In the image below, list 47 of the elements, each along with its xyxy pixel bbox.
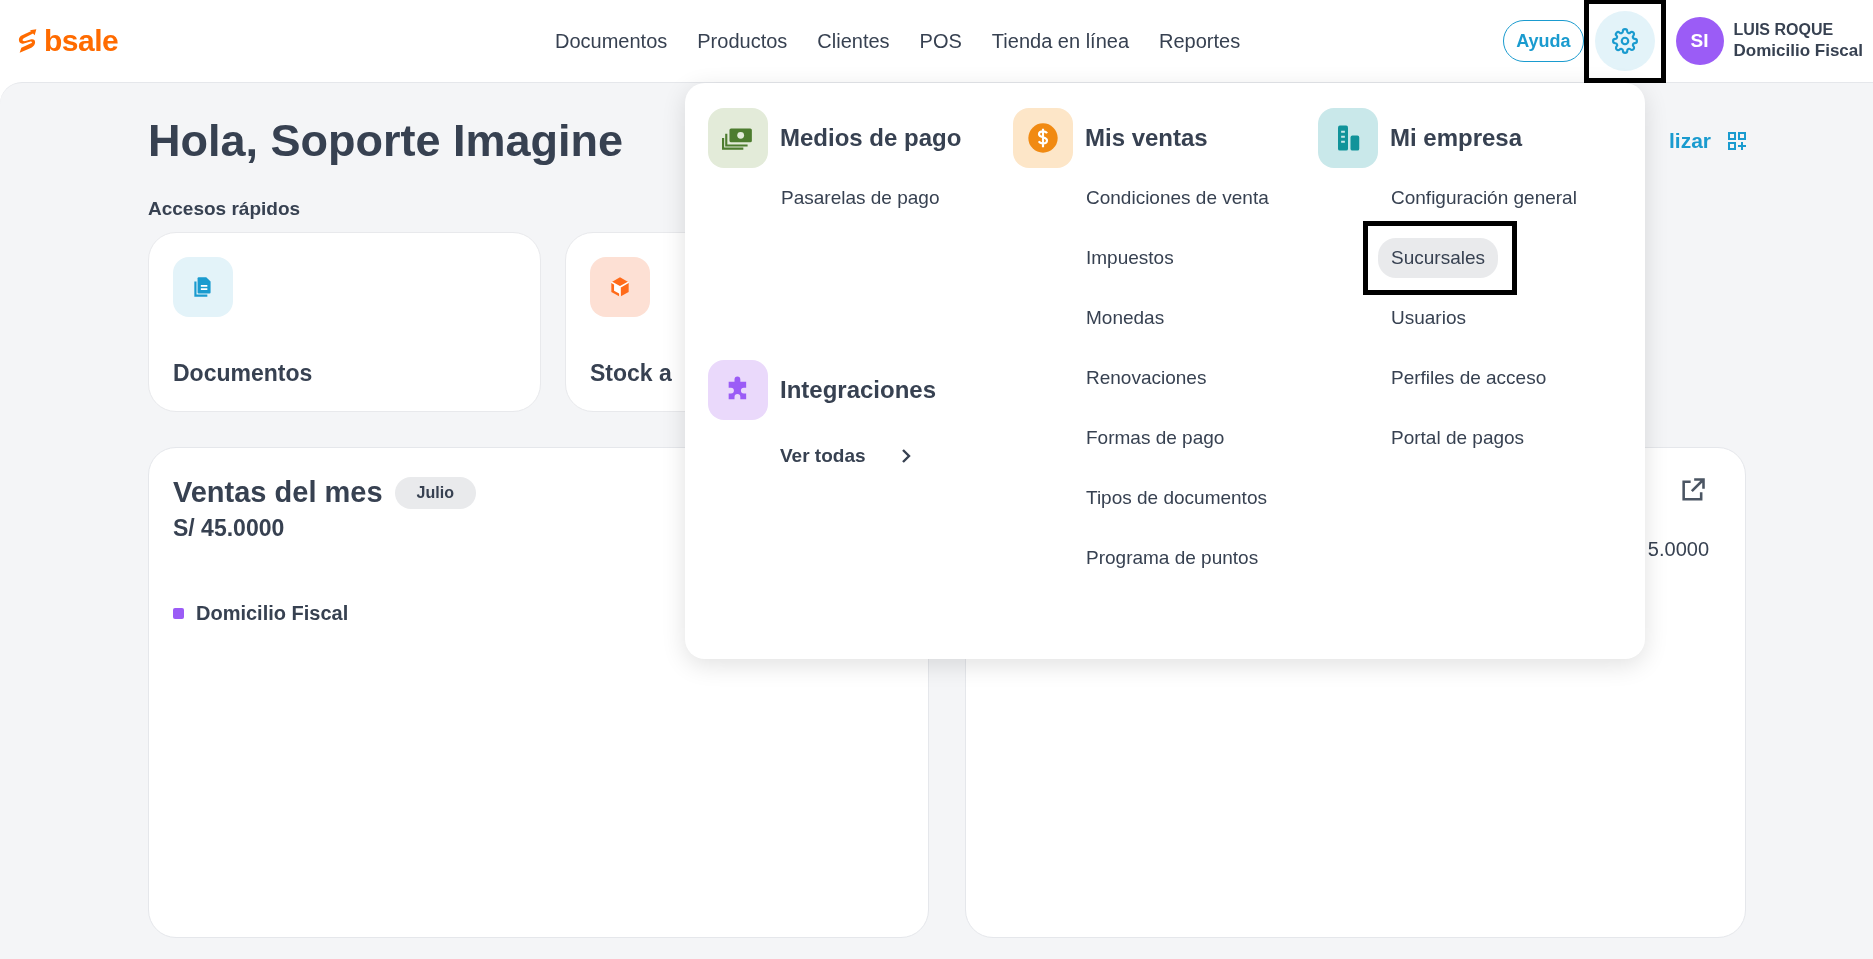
menu-item[interactable]: Renovaciones (1073, 358, 1220, 398)
menu-group-title: Mis ventas (1085, 124, 1208, 152)
menu-item[interactable]: Tipos de documentos (1073, 478, 1280, 518)
section-title: Accesos rápidos (148, 198, 301, 220)
menu-item[interactable]: Usuarios (1378, 298, 1479, 338)
menu-item[interactable]: Programa de puntos (1073, 538, 1272, 578)
chevron-right-icon[interactable] (899, 448, 912, 464)
user-avatar[interactable]: SI (1675, 17, 1724, 65)
menu-group-title: Mi empresa (1390, 124, 1523, 152)
menu-item[interactable]: Impuestos (1073, 238, 1187, 278)
card-title: Ventas del mes (173, 476, 383, 509)
branch-name: Domicilio Fiscal (1733, 41, 1863, 61)
month-tag: Julio (394, 476, 476, 509)
building-icon (1318, 108, 1378, 168)
legend-label: Domicilio Fiscal (196, 602, 349, 625)
coin-icon (1013, 108, 1073, 168)
box-icon (590, 257, 650, 317)
nav-link[interactable]: Reportes (1144, 29, 1256, 53)
greeting-title: Hola, Soporte Imagine (148, 114, 624, 167)
menu-group-title: Integraciones (780, 376, 937, 404)
menu-item[interactable]: Perfiles de acceso (1378, 358, 1560, 398)
card-value: 5.0000 (1647, 538, 1709, 561)
nav-link[interactable]: Productos (682, 29, 803, 53)
menu-item[interactable]: Configuración general (1378, 178, 1590, 218)
grid-plus-icon (1727, 130, 1747, 151)
menu-item[interactable]: Pasarelas de pago (768, 178, 953, 218)
quick-access-label: Stock a (590, 360, 673, 387)
quick-access-card[interactable]: Documentos (148, 232, 541, 412)
external-link-icon[interactable] (1679, 476, 1707, 504)
menu-item[interactable]: Formas de pago (1073, 418, 1238, 458)
sales-total: S/ 45.0000 (173, 515, 286, 542)
user-name: LUIS ROQUE (1733, 21, 1835, 39)
menu-group-title: Medios de pago (780, 124, 962, 152)
document-icon (173, 257, 233, 317)
view-all-link[interactable]: Ver todas (780, 445, 866, 467)
menu-item[interactable]: Monedas (1073, 298, 1178, 338)
menu-item[interactable]: Condiciones de venta (1073, 178, 1282, 218)
settings-icon (1611, 28, 1638, 54)
menu-item[interactable]: Sucursales (1378, 238, 1498, 278)
nav-link[interactable]: POS (904, 29, 977, 53)
puzzle-icon (708, 360, 768, 420)
menu-item[interactable]: Portal de pagos (1378, 418, 1538, 458)
nav-link[interactable]: Tienda en línea (976, 29, 1144, 53)
quick-access-label: Documentos (173, 360, 314, 387)
money-icon (708, 108, 768, 168)
nav-link[interactable]: Clientes (802, 29, 905, 53)
nav-link[interactable]: Documentos (540, 29, 683, 53)
